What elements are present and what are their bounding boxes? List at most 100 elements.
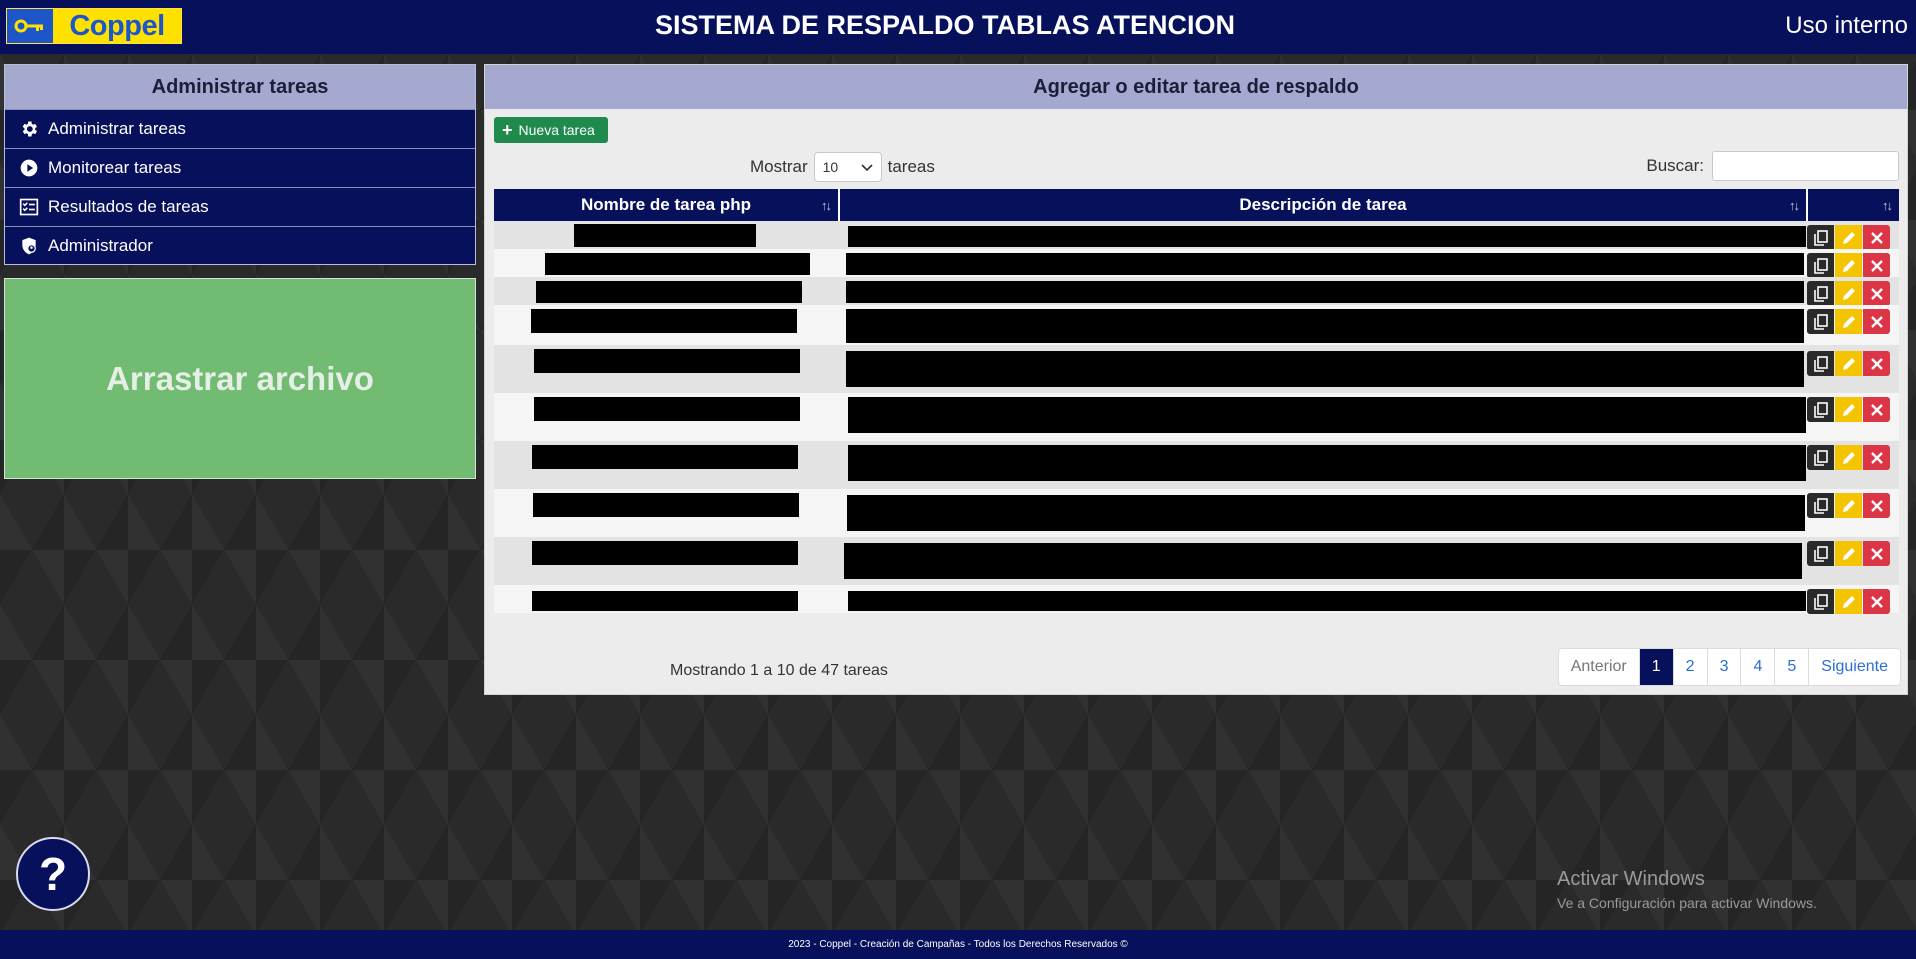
- copy-task-button[interactable]: [1807, 589, 1834, 614]
- row-action-group: [1807, 309, 1890, 334]
- edit-task-button[interactable]: [1835, 589, 1862, 614]
- pencil-icon: [1841, 230, 1857, 246]
- redacted-task-name: [532, 541, 798, 565]
- task-description-cell: [840, 537, 1808, 585]
- sidebar-item-administrador[interactable]: Administrador: [5, 226, 475, 265]
- table-row: [494, 489, 1899, 537]
- sidebar-item-monitorear-tareas[interactable]: Monitorear tareas: [5, 148, 475, 187]
- delete-task-button[interactable]: [1863, 589, 1890, 614]
- copy-task-button[interactable]: [1807, 281, 1834, 306]
- delete-task-button[interactable]: [1863, 493, 1890, 518]
- pagination-page-2[interactable]: 2: [1672, 649, 1707, 685]
- pagination-previous[interactable]: Anterior: [1559, 649, 1639, 685]
- table-row: [494, 249, 1899, 278]
- delete-task-button[interactable]: [1863, 309, 1890, 334]
- copy-task-button[interactable]: [1807, 225, 1834, 250]
- row-action-group: [1807, 281, 1890, 306]
- copy-icon: [1813, 401, 1829, 418]
- delete-task-button[interactable]: [1863, 541, 1890, 566]
- copy-task-button[interactable]: [1807, 397, 1834, 422]
- redacted-task-name: [536, 281, 802, 303]
- copy-task-button[interactable]: [1807, 541, 1834, 566]
- delete-task-button[interactable]: [1863, 351, 1890, 376]
- windows-activation-watermark: Activar Windows Ve a Configuración para …: [1557, 868, 1817, 911]
- edit-task-button[interactable]: [1835, 445, 1862, 470]
- table-row: [494, 585, 1899, 614]
- pagination-page-4[interactable]: 4: [1740, 649, 1774, 685]
- delete-task-button[interactable]: [1863, 253, 1890, 278]
- edit-task-button[interactable]: [1835, 493, 1862, 518]
- copy-icon: [1813, 313, 1829, 330]
- redacted-task-description: [848, 397, 1806, 433]
- row-action-group: [1807, 351, 1890, 376]
- task-description-cell: [840, 249, 1808, 277]
- sort-icon: ↑↓: [821, 198, 832, 213]
- sidebar-item-administrar-tareas[interactable]: Administrar tareas: [5, 109, 475, 148]
- edit-task-button[interactable]: [1835, 281, 1862, 306]
- column-header-descripcion[interactable]: Descripción de tarea ↑↓: [840, 189, 1808, 221]
- copy-task-button[interactable]: [1807, 445, 1834, 470]
- table-row: [494, 305, 1899, 345]
- pagination-page-3[interactable]: 3: [1706, 649, 1741, 685]
- help-button[interactable]: ?: [16, 837, 90, 911]
- close-icon: [1870, 231, 1884, 245]
- column-header-nombre[interactable]: Nombre de tarea php ↑↓: [494, 189, 840, 221]
- redacted-task-name: [574, 224, 756, 247]
- task-description-cell: [840, 441, 1808, 489]
- chevron-down-icon: [861, 159, 873, 175]
- row-action-group: [1807, 397, 1890, 422]
- new-task-button[interactable]: + Nueva tarea: [494, 117, 608, 143]
- pencil-icon: [1841, 258, 1857, 274]
- redacted-task-description: [844, 543, 1802, 579]
- pagination-page-5[interactable]: 5: [1774, 649, 1808, 685]
- task-description-cell: [840, 393, 1808, 441]
- edit-task-button[interactable]: [1835, 253, 1862, 278]
- edit-task-button[interactable]: [1835, 225, 1862, 250]
- copy-task-button[interactable]: [1807, 253, 1834, 278]
- delete-task-button[interactable]: [1863, 281, 1890, 306]
- task-name-cell: [494, 393, 840, 441]
- close-icon: [1870, 595, 1884, 609]
- copy-task-button[interactable]: [1807, 351, 1834, 376]
- watermark-subtitle: Ve a Configuración para activar Windows.: [1557, 895, 1817, 911]
- file-drop-zone[interactable]: Arrastrar archivo: [4, 278, 476, 479]
- checklist-icon: [19, 198, 39, 216]
- redacted-task-name: [532, 591, 798, 611]
- pagination-page-1[interactable]: 1: [1638, 649, 1673, 685]
- edit-task-button[interactable]: [1835, 397, 1862, 422]
- row-action-group: [1807, 445, 1890, 470]
- copy-task-button[interactable]: [1807, 493, 1834, 518]
- close-icon: [1870, 451, 1884, 465]
- edit-task-button[interactable]: [1835, 309, 1862, 334]
- task-name-cell: [494, 585, 840, 613]
- task-card: Agregar o editar tarea de respaldo + Nue…: [484, 64, 1908, 695]
- task-name-cell: [494, 221, 840, 249]
- edit-task-button[interactable]: [1835, 541, 1862, 566]
- card-title: Agregar o editar tarea de respaldo: [485, 65, 1907, 109]
- copy-icon: [1813, 229, 1829, 246]
- row-action-group: [1807, 493, 1890, 518]
- sort-icon: ↑↓: [1882, 198, 1893, 213]
- delete-task-button[interactable]: [1863, 445, 1890, 470]
- play-circle-icon: [20, 159, 38, 177]
- edit-task-button[interactable]: [1835, 351, 1862, 376]
- task-description-cell: [840, 221, 1808, 249]
- copy-icon: [1813, 449, 1829, 466]
- page-length-select[interactable]: 10: [813, 152, 882, 182]
- pagination-next[interactable]: Siguiente: [1808, 649, 1900, 685]
- delete-task-button[interactable]: [1863, 397, 1890, 422]
- table-body: [494, 221, 1899, 614]
- delete-task-button[interactable]: [1863, 225, 1890, 250]
- copy-icon: [1813, 285, 1829, 302]
- task-name-cell: [494, 305, 840, 345]
- pencil-icon: [1841, 356, 1857, 372]
- sidebar-item-resultados-de-tareas[interactable]: Resultados de tareas: [5, 187, 475, 226]
- search-input[interactable]: [1712, 151, 1899, 181]
- column-header-actions[interactable]: ↑↓: [1808, 189, 1899, 221]
- task-name-cell: [494, 537, 840, 585]
- redacted-task-description: [848, 226, 1806, 247]
- copy-task-button[interactable]: [1807, 309, 1834, 334]
- row-action-group: [1807, 253, 1890, 278]
- show-suffix: tareas: [887, 157, 935, 176]
- close-icon: [1870, 357, 1884, 371]
